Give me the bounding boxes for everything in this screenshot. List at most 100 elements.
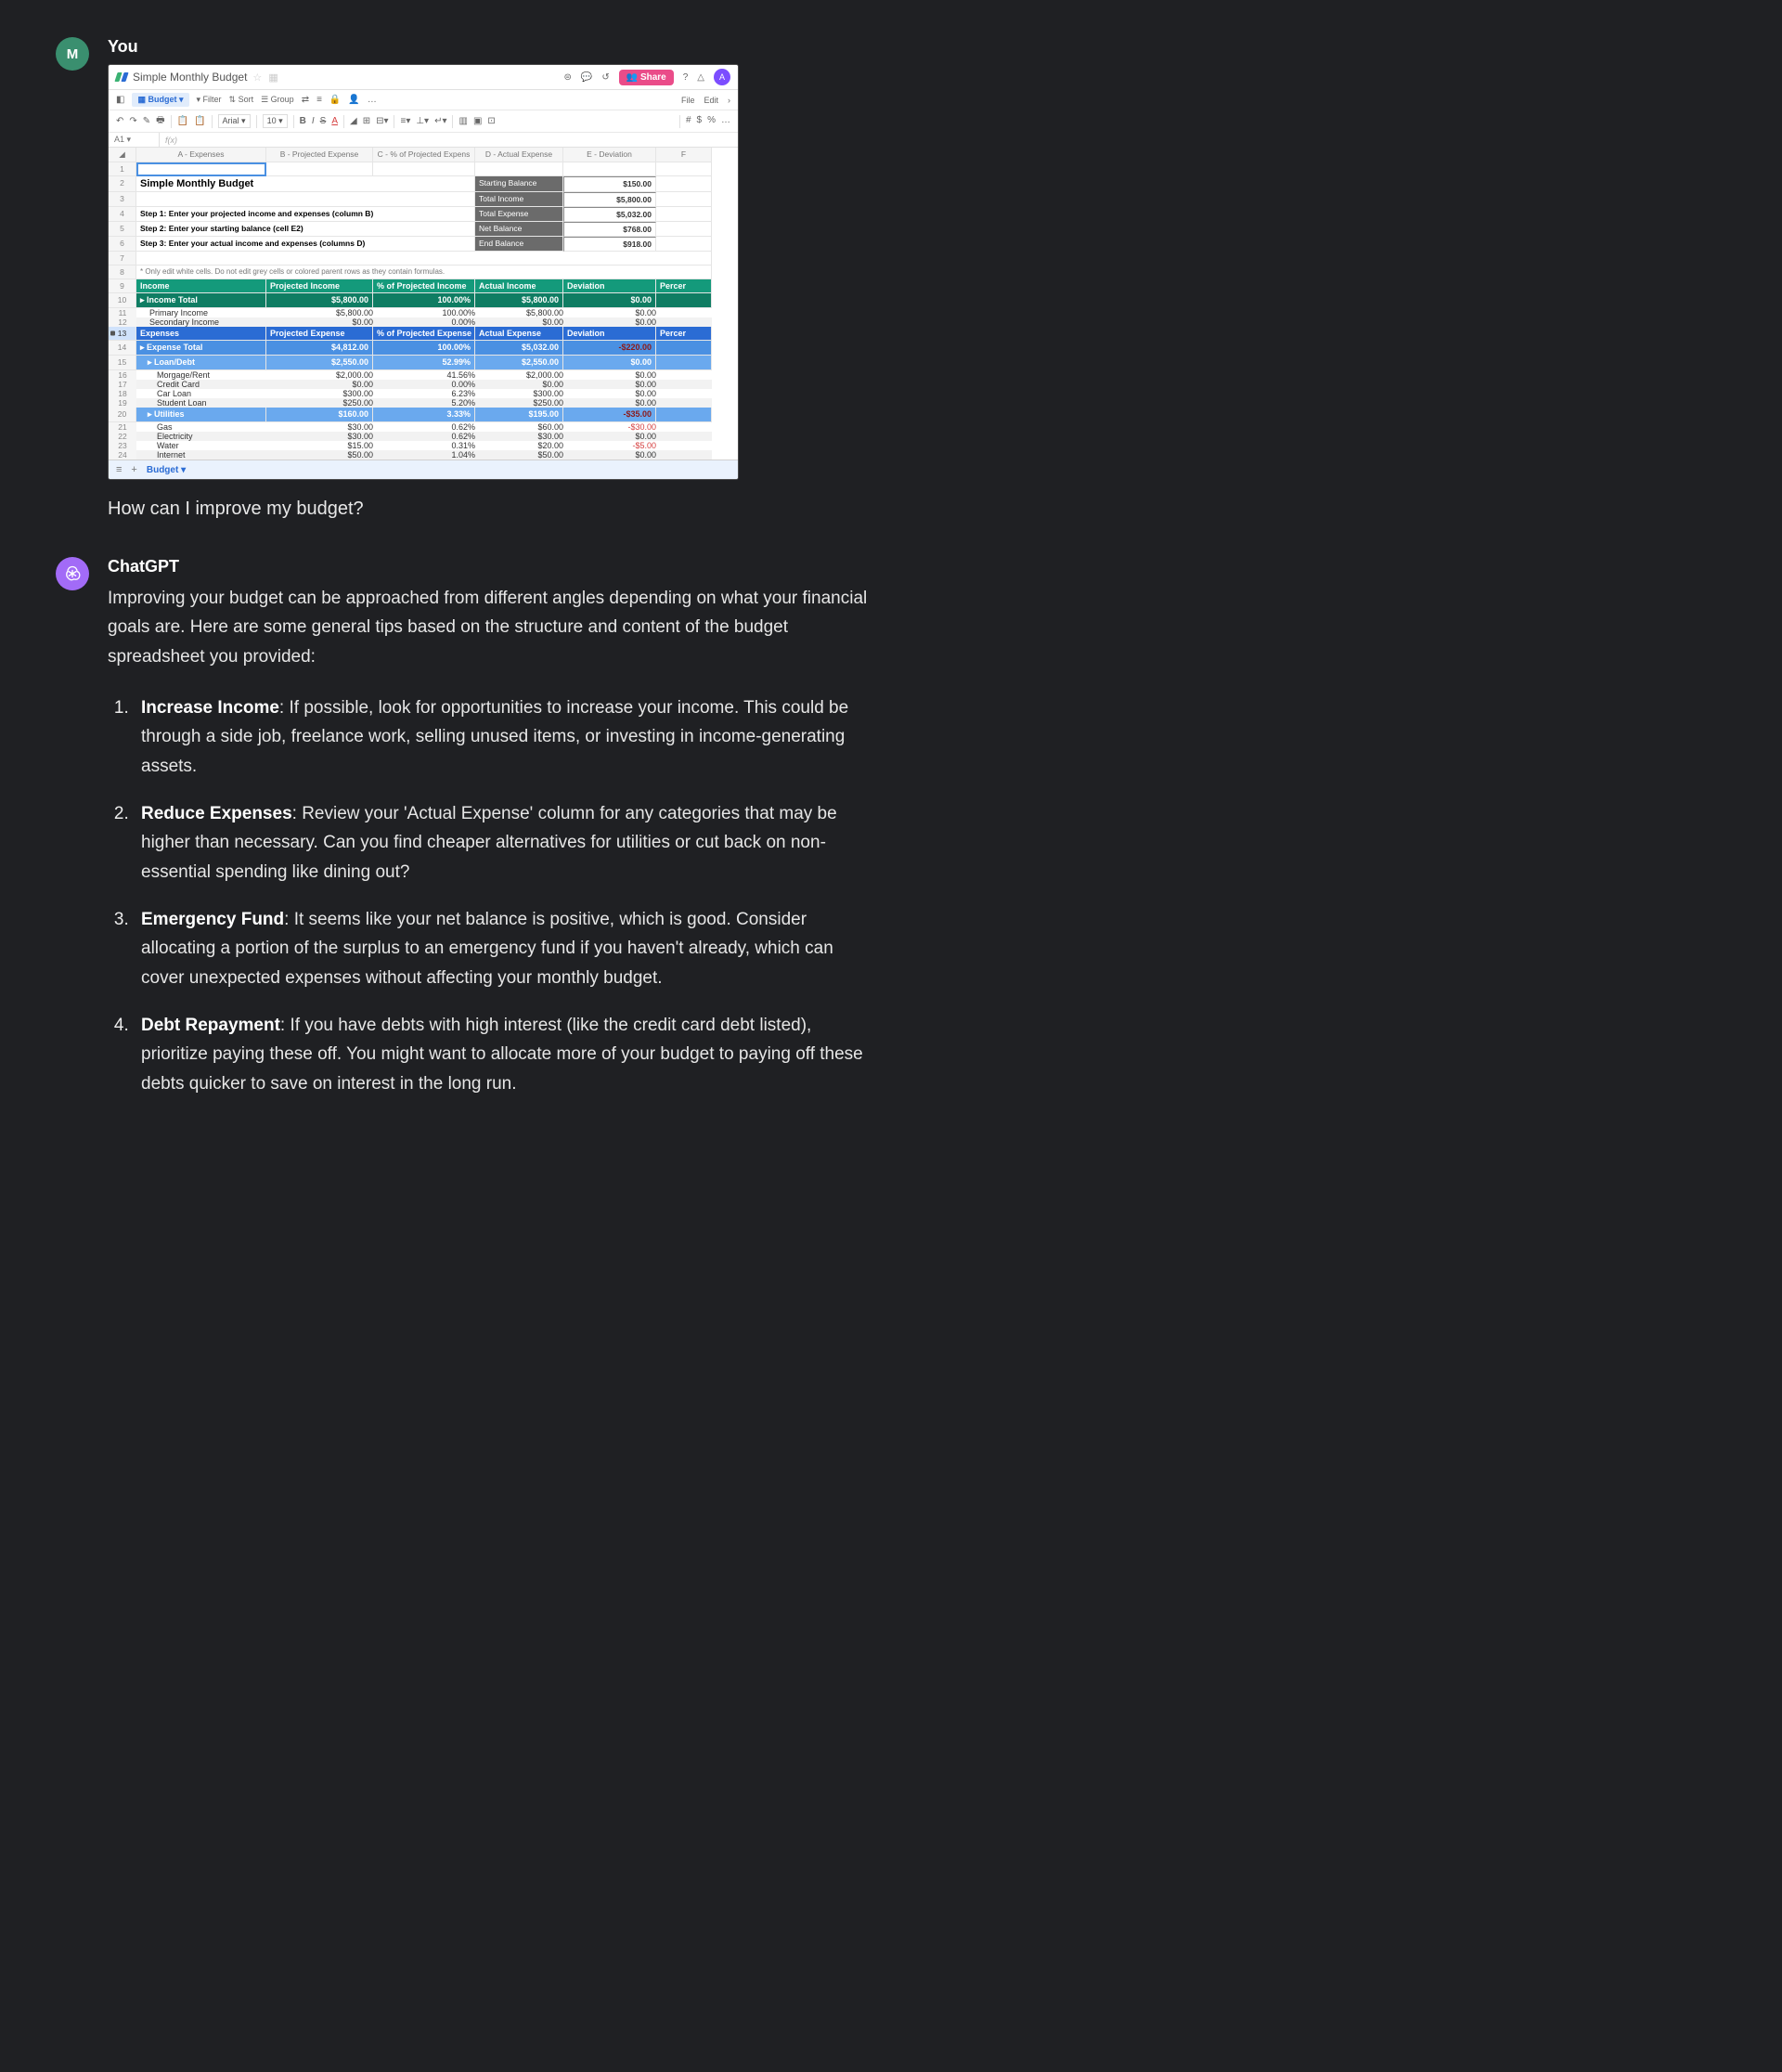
spreadsheet-image[interactable]: Simple Monthly Budget ☆ ▦ ⊜ 💬 ↺ 👥 Share … bbox=[108, 64, 739, 480]
col-a[interactable]: A - Expenses bbox=[136, 148, 266, 162]
col-d[interactable]: D - Actual Expense bbox=[475, 148, 563, 162]
tabs-menu-icon[interactable]: ≡ bbox=[116, 464, 122, 475]
merge-icon[interactable]: ⊟▾ bbox=[376, 116, 388, 126]
history-icon[interactable]: ↺ bbox=[601, 72, 609, 83]
star-icon[interactable]: ☆ ▦ bbox=[252, 71, 279, 84]
edit-menu[interactable]: Edit bbox=[704, 96, 718, 105]
inc-tot-b: $5,800.00 bbox=[266, 293, 373, 308]
panel-icon[interactable]: ◧ bbox=[116, 95, 124, 105]
print-icon[interactable]: 🖶 bbox=[156, 113, 164, 129]
assistant-message: ChatGPT Improving your budget can be app… bbox=[56, 557, 1726, 1117]
world-icon[interactable]: ⊜ bbox=[563, 72, 571, 83]
strike-icon[interactable]: S bbox=[320, 116, 327, 126]
exp-hdr-c: % of Projected Expense bbox=[373, 327, 475, 341]
col-b[interactable]: B - Projected Expense bbox=[266, 148, 373, 162]
comment-icon[interactable]: 💬 bbox=[581, 72, 592, 83]
tip-item: Increase Income: If possible, look for o… bbox=[134, 693, 869, 781]
font-select[interactable]: Arial ▾ bbox=[218, 114, 251, 128]
add-tab-icon[interactable]: + bbox=[131, 464, 136, 475]
share-button[interactable]: 👥 Share bbox=[619, 70, 674, 85]
text-color-icon[interactable]: A bbox=[331, 116, 338, 126]
row-9[interactable]: 9 bbox=[109, 279, 136, 293]
exp-hdr-d: Actual Expense bbox=[475, 327, 563, 341]
filter-menu[interactable]: ▾ Filter bbox=[197, 95, 222, 105]
exp-tot-e: -$220.00 bbox=[563, 341, 656, 356]
row-6[interactable]: 6 bbox=[109, 237, 136, 252]
row-8[interactable]: 8 bbox=[109, 265, 136, 279]
step-3: Step 3: Enter your actual income and exp… bbox=[136, 237, 475, 252]
dollar-icon[interactable]: $ bbox=[697, 115, 703, 128]
assistant-response: Improving your budget can be approached … bbox=[108, 584, 869, 1098]
col-c[interactable]: C - % of Projected Expens bbox=[373, 148, 475, 162]
row-5[interactable]: 5 bbox=[109, 222, 136, 237]
profile-avatar[interactable]: A bbox=[714, 69, 730, 85]
more-icon[interactable]: … bbox=[368, 95, 377, 105]
row-10[interactable]: 10 bbox=[109, 293, 136, 308]
row-15[interactable]: 15 bbox=[109, 356, 136, 370]
italic-icon[interactable]: I bbox=[312, 116, 315, 126]
halign-icon[interactable]: ≡▾ bbox=[400, 116, 410, 126]
step-2: Step 2: Enter your starting balance (cel… bbox=[136, 222, 475, 237]
exp-hdr-a: Expenses bbox=[136, 327, 266, 341]
chart-icon[interactable]: ▥ bbox=[458, 116, 467, 126]
spreadsheet-grid[interactable]: ◢ A - Expenses B - Projected Expense C -… bbox=[109, 148, 738, 460]
col-f[interactable]: F bbox=[656, 148, 712, 162]
more-menus-icon[interactable]: › bbox=[728, 96, 730, 105]
income-hdr-e: Deviation bbox=[563, 279, 656, 293]
help-icon[interactable]: ? bbox=[683, 72, 689, 83]
inc-tot-e: $0.00 bbox=[563, 293, 656, 308]
doc-name[interactable]: Simple Monthly Budget bbox=[133, 71, 247, 84]
col-e[interactable]: E - Deviation bbox=[563, 148, 656, 162]
summary-label-3: Net Balance bbox=[475, 222, 563, 237]
exp-tot-d: $5,032.00 bbox=[475, 341, 563, 356]
summary-val-2: $5,032.00 bbox=[563, 207, 656, 222]
row-3[interactable]: 3 bbox=[109, 192, 136, 207]
summary-label-0: Starting Balance bbox=[475, 176, 563, 192]
bell-icon[interactable]: △ bbox=[697, 72, 704, 83]
lock-icon[interactable]: 🔒 bbox=[329, 95, 341, 105]
link-icon[interactable]: ⊡ bbox=[487, 116, 495, 126]
fill-icon[interactable]: ◢ bbox=[350, 116, 357, 126]
paint-icon[interactable]: ✎ bbox=[143, 116, 150, 126]
row-13[interactable]: 13 bbox=[109, 327, 136, 341]
group-menu[interactable]: ☰ Group bbox=[261, 95, 294, 105]
file-menu[interactable]: File bbox=[681, 96, 695, 105]
sort-menu[interactable]: ⇅ Sort bbox=[229, 95, 254, 105]
bold-icon[interactable]: B bbox=[300, 116, 306, 126]
valign-icon[interactable]: ⊥▾ bbox=[416, 116, 429, 126]
row-2[interactable]: 2 bbox=[109, 176, 136, 192]
summary-val-3: $768.00 bbox=[563, 222, 656, 237]
cell-ref[interactable]: A1 ▾ bbox=[109, 133, 160, 147]
size-select[interactable]: 10 ▾ bbox=[263, 114, 288, 128]
row-1[interactable]: 1 bbox=[109, 162, 136, 176]
more-toolbar-icon[interactable]: … bbox=[721, 115, 730, 128]
list-icon[interactable]: ≡ bbox=[316, 95, 322, 105]
clip-icon[interactable]: 📋 bbox=[177, 116, 188, 126]
row-14[interactable]: 14 bbox=[109, 341, 136, 356]
util-a: ▸ Utilities bbox=[136, 408, 266, 422]
tip-item: Emergency Fund: It seems like your net b… bbox=[134, 905, 869, 992]
summary-label-2: Total Expense bbox=[475, 207, 563, 222]
fx-label[interactable]: f(x) bbox=[160, 134, 183, 147]
income-hdr-b: Projected Income bbox=[266, 279, 373, 293]
undo-icon[interactable]: ↶ bbox=[116, 116, 123, 126]
row-7[interactable]: 7 bbox=[109, 252, 136, 265]
user-avatar: M bbox=[56, 37, 89, 71]
hash-icon[interactable]: # bbox=[686, 115, 691, 128]
clip2-icon[interactable]: 📋 bbox=[194, 116, 205, 126]
wrap-icon[interactable]: ↵▾ bbox=[434, 116, 446, 126]
border-icon[interactable]: ⊞ bbox=[363, 116, 370, 126]
loan-d: $2,550.00 bbox=[475, 356, 563, 370]
tab-budget[interactable]: Budget ▾ bbox=[147, 465, 186, 475]
view-budget[interactable]: ▦ Budget ▾ bbox=[132, 93, 188, 107]
image-icon[interactable]: ▣ bbox=[473, 116, 482, 126]
inc-tot-d: $5,800.00 bbox=[475, 293, 563, 308]
percent-icon[interactable]: % bbox=[707, 115, 716, 128]
cell-a1[interactable] bbox=[136, 162, 266, 176]
person-icon[interactable]: 👤 bbox=[348, 95, 359, 105]
col-corner[interactable]: ◢ bbox=[109, 148, 136, 162]
row-20[interactable]: 20 bbox=[109, 408, 136, 422]
more-tool-icon[interactable]: ⇄ bbox=[302, 95, 309, 105]
redo-icon[interactable]: ↷ bbox=[129, 116, 136, 126]
row-4[interactable]: 4 bbox=[109, 207, 136, 222]
